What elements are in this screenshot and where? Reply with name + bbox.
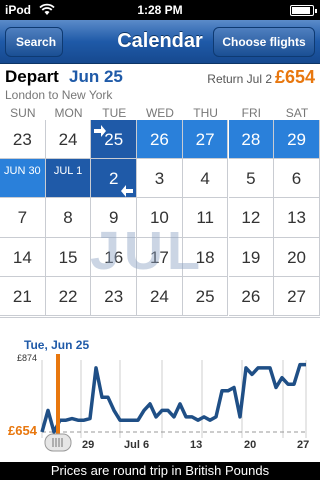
calendar-day-month-start[interactable]: JUL 1 [45, 159, 92, 199]
calendar-day[interactable]: 23 [91, 276, 138, 316]
chart-xtick: 29 [82, 439, 95, 451]
calendar-day[interactable]: 19 [228, 237, 275, 277]
return-arrow-icon [121, 185, 133, 197]
calendar-day[interactable]: 8 [45, 198, 92, 238]
weekday-header: SUN MON TUE WED THU FRI SAT [0, 104, 320, 120]
calendar-day[interactable]: 26 [228, 276, 275, 316]
calendar-day[interactable]: 11 [182, 198, 229, 238]
calendar-day[interactable]: 7 [0, 198, 46, 238]
chart-xtick: 13 [190, 439, 203, 451]
calendar-day[interactable]: 21 [0, 276, 46, 316]
calendar-day[interactable]: 3 [137, 159, 183, 199]
chart-xtick: 27 [297, 439, 310, 451]
chart-footer-note: Prices are round trip in British Pounds [0, 462, 320, 480]
weekday-mon: MON [54, 106, 83, 120]
calendar-day[interactable]: 20 [274, 237, 320, 277]
price-chart[interactable]: Tue, Jun 25 £874 £654 29 Jul 6 13 20 27 [0, 317, 320, 480]
choose-flights-button[interactable]: Choose flights [213, 27, 315, 57]
calendar-day[interactable]: 14 [0, 237, 46, 277]
calendar-day[interactable]: 5 [228, 159, 275, 199]
calendar-day[interactable]: 18 [182, 237, 229, 277]
calendar-grid: 23 24 25 26 27 28 29 JUN 30 JUL 1 2 3 4 … [0, 120, 320, 316]
chart-ymax-label: £874 [17, 353, 38, 363]
chart-ymin-label: £654 [8, 423, 37, 438]
clock: 1:28 PM [137, 3, 183, 17]
weekday-wed: WED [145, 106, 174, 120]
chart-series-line [40, 362, 306, 434]
weekday-tue: TUE [102, 106, 127, 120]
chart-xtick: 20 [244, 439, 257, 451]
chart-title: Tue, Jun 25 [24, 338, 90, 352]
calendar-day[interactable]: 6 [274, 159, 320, 199]
calendar-day[interactable]: 25 [182, 276, 229, 316]
calendar-day[interactable]: 9 [91, 198, 138, 238]
weekday-thu: THU [193, 106, 218, 120]
calendar-day[interactable]: 29 [274, 120, 320, 160]
calendar-day[interactable]: 10 [137, 198, 183, 238]
weekday-sun: SUN [10, 106, 36, 120]
calendar-day[interactable]: 28 [228, 120, 275, 160]
depart-arrow-icon [94, 125, 106, 137]
calendar-day[interactable]: 17 [137, 237, 183, 277]
calendar-day[interactable]: 27 [182, 120, 229, 160]
depart-date[interactable]: Jun 25 [69, 67, 123, 87]
depart-label: Depart [5, 67, 59, 86]
calendar-day[interactable]: 24 [137, 276, 183, 316]
battery-icon [290, 5, 317, 16]
price-label: £654 [274, 67, 315, 87]
chart-scrubber-handle [44, 433, 72, 452]
calendar-day[interactable]: 27 [274, 276, 320, 316]
calendar-day[interactable]: 23 [0, 120, 46, 160]
chart-xtick: Jul 6 [124, 439, 150, 451]
weekday-sat: SAT [285, 106, 309, 120]
calendar-day[interactable]: 24 [45, 120, 92, 160]
calendar-day[interactable]: 22 [45, 276, 92, 316]
return-label[interactable]: Return Jul 2 [207, 72, 272, 86]
calendar-day[interactable]: 4 [182, 159, 229, 199]
calendar-day[interactable]: 13 [274, 198, 320, 238]
calendar-day[interactable]: 26 [137, 120, 183, 160]
calendar-day[interactable]: 12 [228, 198, 275, 238]
calendar-day-month-start[interactable]: JUN 30 [0, 159, 46, 199]
navigation-bar: Search Calendar Choose flights [0, 20, 320, 64]
status-bar: iPod 1:28 PM [0, 0, 320, 20]
calendar-day[interactable]: 15 [45, 237, 92, 277]
calendar-day[interactable]: 16 [91, 237, 138, 277]
weekday-fri: FRI [241, 106, 262, 120]
route-label: London to New York [5, 88, 113, 102]
